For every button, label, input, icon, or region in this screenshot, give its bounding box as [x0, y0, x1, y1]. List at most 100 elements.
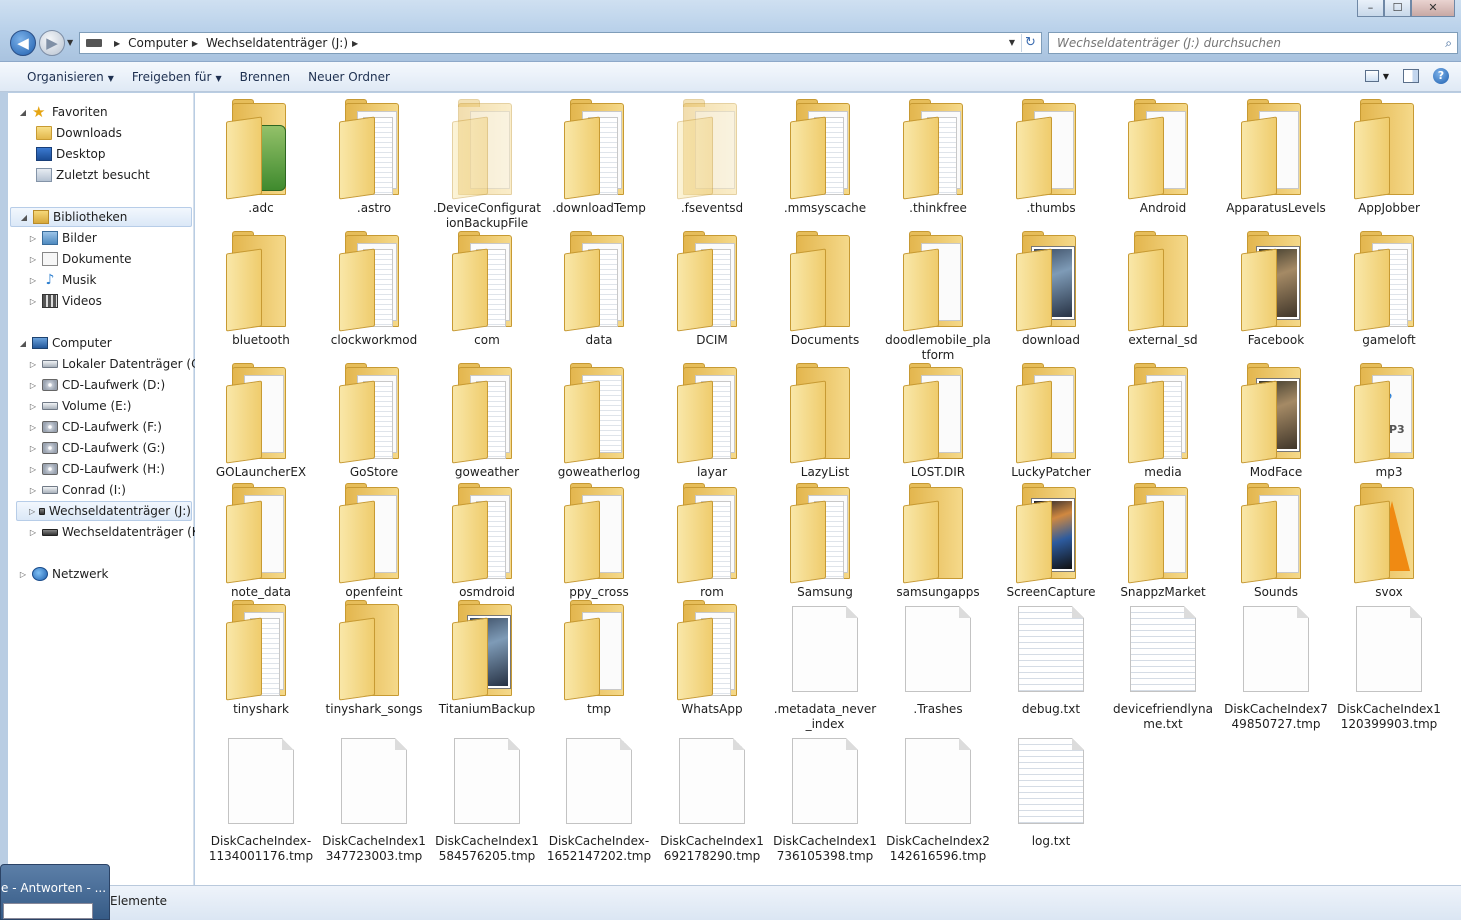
collapse-arrow-icon[interactable]: ▷	[28, 297, 38, 306]
folder-item[interactable]: media	[1109, 361, 1217, 480]
folder-item[interactable]: gameloft	[1335, 229, 1443, 348]
nav-drive-j[interactable]: ▷ Wechseldatenträger (J:)	[16, 501, 192, 521]
file-item[interactable]: DiskCacheIndex1736105398.tmp	[771, 730, 879, 864]
folder-item[interactable]: svox	[1335, 481, 1443, 600]
chevron-right-icon[interactable]: ▶	[192, 39, 198, 48]
nav-documents[interactable]: ▷ Dokumente	[28, 249, 132, 269]
folder-item[interactable]: LOST.DIR	[884, 361, 992, 480]
folder-item[interactable]: WhatsApp	[658, 598, 766, 717]
folder-item[interactable]: tmp	[545, 598, 653, 717]
nav-drive-i[interactable]: ▷ Conrad (I:)	[28, 480, 126, 500]
collapse-arrow-icon[interactable]: ▷	[28, 423, 38, 432]
folder-item[interactable]: layar	[658, 361, 766, 480]
folder-item[interactable]: GoStore	[320, 361, 428, 480]
nav-libraries[interactable]: ◢ Bibliotheken	[10, 207, 192, 227]
folder-item[interactable]: DCIM	[658, 229, 766, 348]
nav-drive-e[interactable]: ▷ Volume (E:)	[28, 396, 132, 416]
file-item[interactable]: DiskCacheIndex-1134001176.tmp	[207, 730, 315, 864]
folder-item[interactable]: GOLauncherEX	[207, 361, 315, 480]
back-button[interactable]: ◀	[10, 30, 36, 56]
nav-computer[interactable]: ◢ Computer	[18, 333, 112, 353]
folder-item[interactable]: samsungapps	[884, 481, 992, 600]
file-item[interactable]: DiskCacheIndex749850727.tmp	[1222, 598, 1330, 732]
folder-item[interactable]: Android	[1109, 97, 1217, 216]
folder-item[interactable]: .DeviceConfigurationBackupFile	[433, 97, 541, 231]
help-icon[interactable]: ?	[1433, 68, 1449, 84]
folder-item[interactable]: SnappzMarket	[1109, 481, 1217, 600]
folder-item[interactable]: ppy_cross	[545, 481, 653, 600]
nav-music[interactable]: ▷ ♪ Musik	[28, 270, 97, 290]
folder-item[interactable]: AppJobber	[1335, 97, 1443, 216]
search-input[interactable]	[1057, 36, 1437, 50]
breadcrumb-drive-j[interactable]: Wechseldatenträger (J:)	[206, 36, 348, 50]
folder-item[interactable]: .downloadTemp	[545, 97, 653, 216]
folder-item[interactable]: rom	[658, 481, 766, 600]
search-icon[interactable]: ⌕	[1445, 36, 1452, 51]
file-item[interactable]: DiskCacheIndex1120399903.tmp	[1335, 598, 1443, 732]
collapse-arrow-icon[interactable]: ▷	[28, 381, 38, 390]
file-item[interactable]: debug.txt	[997, 598, 1105, 717]
folder-item[interactable]: data	[545, 229, 653, 348]
nav-network[interactable]: ▷ Netzwerk	[18, 564, 108, 584]
expand-icon[interactable]: ◢	[19, 213, 29, 222]
collapse-arrow-icon[interactable]: ▷	[28, 465, 38, 474]
file-item[interactable]: .Trashes	[884, 598, 992, 717]
expand-icon[interactable]: ◢	[18, 339, 28, 348]
refresh-icon[interactable]: ↻	[1021, 34, 1039, 52]
folder-item[interactable]: .mmsyscache	[771, 97, 879, 216]
folder-item[interactable]: Sounds	[1222, 481, 1330, 600]
minimize-button[interactable]: –	[1357, 0, 1384, 17]
nav-drive-h[interactable]: ▷ CD-Laufwerk (H:)	[28, 459, 165, 479]
folder-item[interactable]: ModFace	[1222, 361, 1330, 480]
recent-pages-dropdown[interactable]: ▼	[67, 38, 73, 47]
folder-item[interactable]: openfeint	[320, 481, 428, 600]
collapse-arrow-icon[interactable]: ▷	[29, 507, 35, 516]
address-bar[interactable]: ▶ Computer ▶ Wechseldatenträger (J:) ▶ ▼…	[79, 32, 1042, 54]
folder-item[interactable]: LazyList	[771, 361, 879, 480]
nav-pictures[interactable]: ▷ Bilder	[28, 228, 97, 248]
file-item[interactable]: DiskCacheIndex1584576205.tmp	[433, 730, 541, 864]
collapse-arrow-icon[interactable]: ▷	[28, 402, 38, 411]
folder-item[interactable]: ♪MP3mp3	[1335, 361, 1443, 480]
change-view-icon[interactable]	[1364, 70, 1379, 82]
nav-recent[interactable]: Zuletzt besucht	[32, 165, 150, 185]
folder-item[interactable]: bluetooth	[207, 229, 315, 348]
folder-item[interactable]: ScreenCapture	[997, 481, 1105, 600]
organize-button[interactable]: Organisieren ▼	[18, 70, 123, 84]
folder-item[interactable]: goweather	[433, 361, 541, 480]
breadcrumb-computer[interactable]: Computer	[128, 36, 188, 50]
expand-icon[interactable]: ◢	[18, 108, 28, 117]
nav-drive-c[interactable]: ▷ Lokaler Datenträger (C:)	[28, 354, 208, 374]
folder-item[interactable]: osmdroid	[433, 481, 541, 600]
folder-item[interactable]: .thinkfree	[884, 97, 992, 216]
chevron-right-icon[interactable]: ▶	[114, 39, 120, 48]
nav-drive-d[interactable]: ▷ CD-Laufwerk (D:)	[28, 375, 165, 395]
file-item[interactable]: log.txt	[997, 730, 1105, 849]
folder-item[interactable]: com	[433, 229, 541, 348]
folder-item[interactable]: LuckyPatcher	[997, 361, 1105, 480]
view-options-dropdown[interactable]: ▼	[1383, 72, 1389, 81]
collapse-arrow-icon[interactable]: ▷	[28, 360, 38, 369]
folder-item[interactable]: TitaniumBackup	[433, 598, 541, 717]
collapse-arrow-icon[interactable]: ▷	[28, 276, 38, 285]
share-button[interactable]: Freigeben für ▼	[123, 70, 231, 84]
burn-button[interactable]: Brennen	[231, 70, 299, 84]
forward-button[interactable]: ▶	[39, 30, 65, 56]
collapse-arrow-icon[interactable]: ▷	[18, 570, 28, 579]
close-button[interactable]: ✕	[1411, 0, 1455, 17]
folder-item[interactable]: .astro	[320, 97, 428, 216]
file-item[interactable]: .metadata_never_index	[771, 598, 879, 732]
collapse-arrow-icon[interactable]: ▷	[28, 528, 38, 537]
folder-item[interactable]: .thumbs	[997, 97, 1105, 216]
file-item[interactable]: DiskCacheIndex1692178290.tmp	[658, 730, 766, 864]
folder-item[interactable]: tinyshark	[207, 598, 315, 717]
folder-item[interactable]: goweatherlog	[545, 361, 653, 480]
folder-item[interactable]: external_sd	[1109, 229, 1217, 348]
nav-downloads[interactable]: Downloads	[32, 123, 122, 143]
file-item[interactable]: DiskCacheIndex1347723003.tmp	[320, 730, 428, 864]
folder-item[interactable]: ApparatusLevels	[1222, 97, 1330, 216]
file-item[interactable]: DiskCacheIndex-1652147202.tmp	[545, 730, 653, 864]
nav-drive-k[interactable]: ▷ Wechseldatenträger (K:)	[28, 522, 208, 542]
taskbar-preview[interactable]: e - Antworten - ...	[0, 864, 110, 920]
nav-videos[interactable]: ▷ Videos	[28, 291, 102, 311]
